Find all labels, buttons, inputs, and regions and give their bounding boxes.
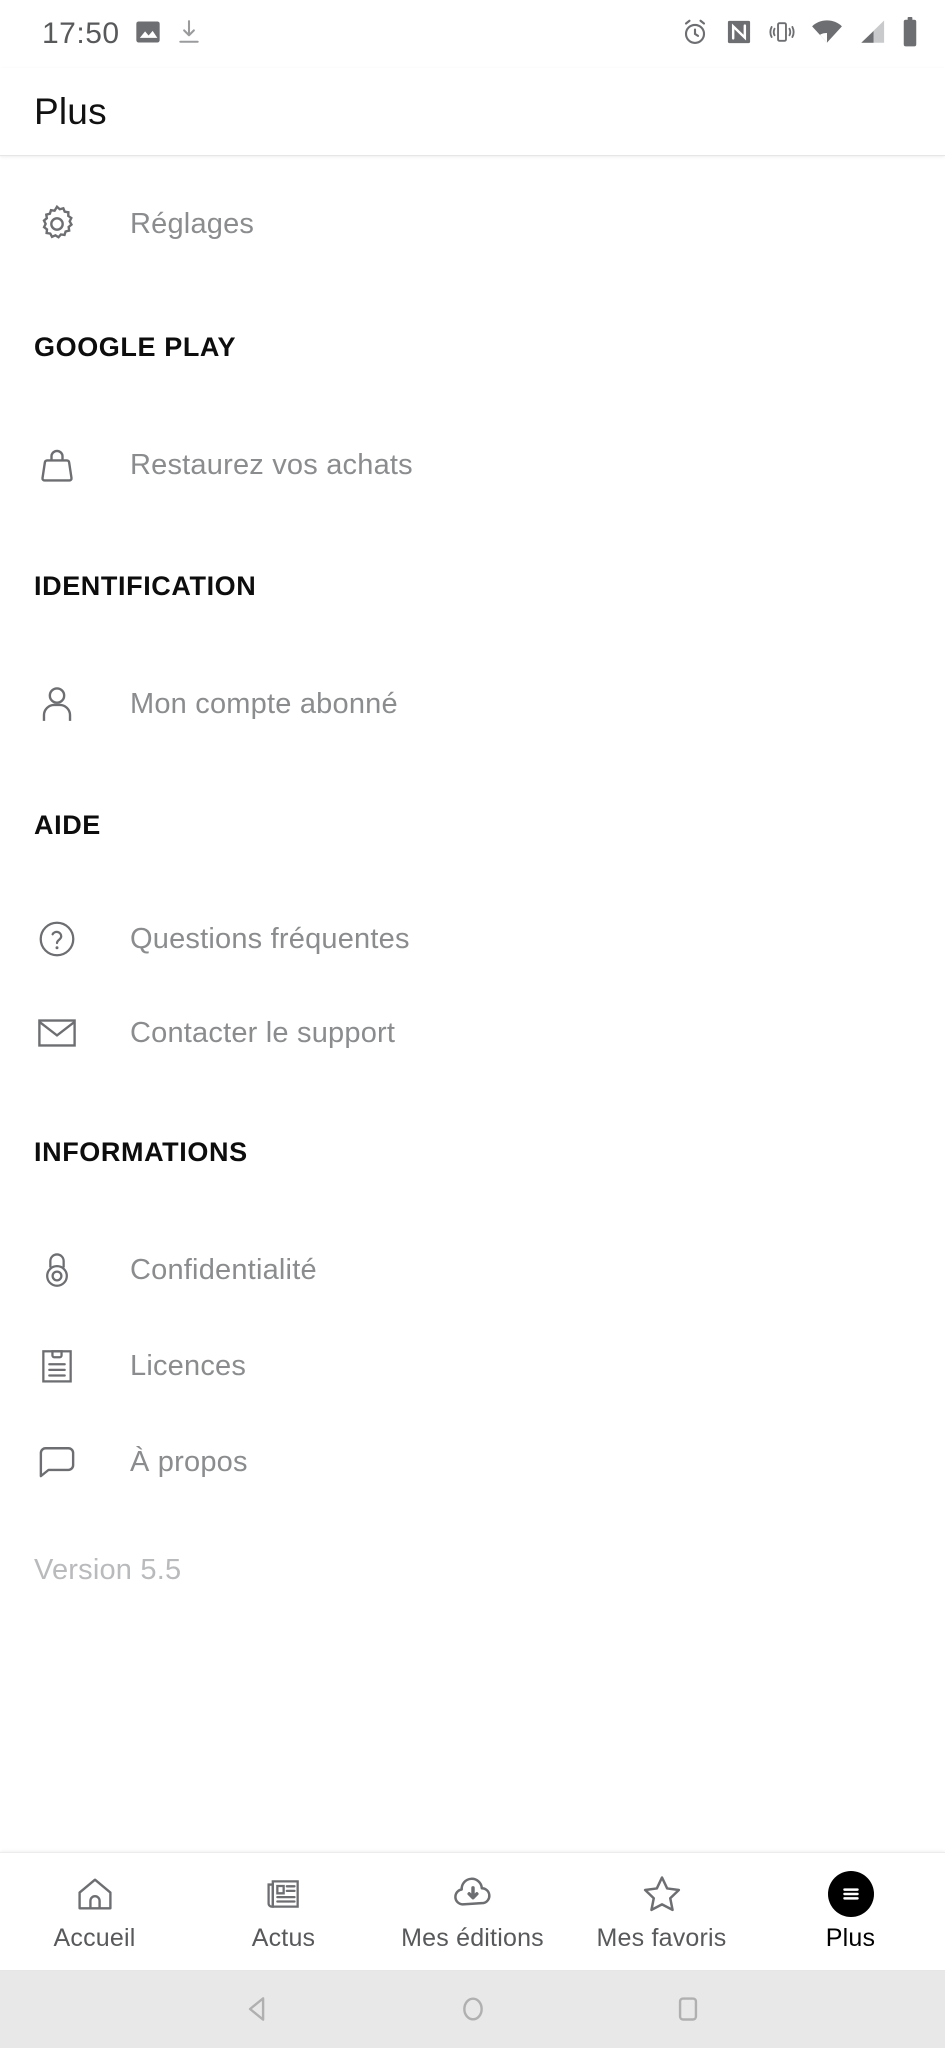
settings-list[interactable]: Réglages GOOGLE PLAY Restaurez vos achat… [0, 156, 945, 1852]
bag-icon [34, 442, 80, 488]
menu-item-about[interactable]: À propos [0, 1416, 945, 1508]
home-icon [73, 1871, 117, 1917]
nav-tab-label: Actus [251, 1923, 316, 1952]
gear-icon [34, 201, 80, 247]
back-icon[interactable] [241, 1992, 275, 2026]
menu-item-licenses[interactable]: Licences [0, 1320, 945, 1412]
nav-tab-mes-favoris[interactable]: Mes favoris [567, 1853, 756, 1970]
menu-item-contact-support[interactable]: Contacter le support [0, 987, 945, 1079]
menu-item-settings[interactable]: Réglages [0, 178, 945, 270]
menu-item-subscriber-account[interactable]: Mon compte abonné [0, 658, 945, 750]
lock-icon [34, 1247, 80, 1293]
wifi-icon [811, 18, 843, 51]
bottom-navigation: Accueil Actus Mes éditions Mes favoris P… [0, 1852, 945, 1970]
star-icon [639, 1871, 685, 1917]
active-tab-badge [827, 1870, 874, 1917]
home-icon[interactable] [456, 1992, 490, 2026]
phone-screen: 17:50 Plus Réglages GOOGLE PLAY Restaure… [0, 0, 945, 2048]
signal-icon [858, 18, 886, 51]
status-clock: 17:50 [42, 17, 120, 50]
person-icon [34, 681, 80, 727]
app-version-label: Version 5.5 [34, 1554, 182, 1586]
recents-icon[interactable] [671, 1992, 705, 2026]
cloud-download-icon [450, 1871, 496, 1917]
menu-item-restore-purchases[interactable]: Restaurez vos achats [0, 419, 945, 511]
menu-item-label: Questions fréquentes [130, 922, 410, 955]
download-icon [176, 18, 202, 51]
nav-tab-accueil[interactable]: Accueil [0, 1853, 189, 1970]
nav-tab-label: Mes éditions [401, 1923, 544, 1952]
page-title: Plus [34, 90, 107, 132]
battery-icon [901, 16, 919, 52]
question-circle-icon [34, 916, 80, 962]
app-toolbar: Plus [0, 68, 945, 156]
section-header-google-play: GOOGLE PLAY [34, 332, 237, 362]
nav-tab-label: Accueil [53, 1923, 136, 1952]
menu-item-label: Contacter le support [130, 1016, 396, 1049]
nav-tab-label: Plus [825, 1923, 876, 1952]
android-system-bar [0, 1970, 945, 2048]
menu-item-label: À propos [130, 1445, 248, 1478]
nav-tab-plus[interactable]: Plus [756, 1853, 945, 1970]
menu-item-label: Licences [130, 1349, 247, 1382]
menu-item-label: Restaurez vos achats [130, 448, 413, 481]
clipboard-icon [34, 1343, 80, 1389]
image-icon [134, 18, 162, 51]
status-bar: 17:50 [0, 0, 945, 68]
newspaper-icon [263, 1871, 305, 1917]
nav-tab-label: Mes favoris [596, 1923, 727, 1952]
section-header-informations: INFORMATIONS [34, 1137, 248, 1167]
envelope-icon [34, 1010, 80, 1056]
hamburger-icon [827, 1870, 874, 1917]
menu-item-label: Réglages [130, 207, 255, 240]
menu-item-faq[interactable]: Questions fréquentes [0, 893, 945, 985]
speech-bubble-icon [34, 1439, 80, 1485]
section-header-identification: IDENTIFICATION [34, 571, 257, 601]
vibrate-icon [768, 18, 796, 51]
status-bar-left: 17:50 [42, 17, 202, 51]
menu-item-label: Confidentialité [130, 1253, 317, 1286]
nav-tab-actus[interactable]: Actus [189, 1853, 378, 1970]
alarm-icon [680, 17, 710, 52]
nfc-icon [725, 18, 753, 51]
status-bar-right [680, 16, 919, 52]
menu-item-label: Mon compte abonné [130, 687, 398, 720]
nav-tab-mes-editions[interactable]: Mes éditions [378, 1853, 567, 1970]
section-header-aide: AIDE [34, 810, 101, 840]
menu-item-privacy[interactable]: Confidentialité [0, 1224, 945, 1316]
